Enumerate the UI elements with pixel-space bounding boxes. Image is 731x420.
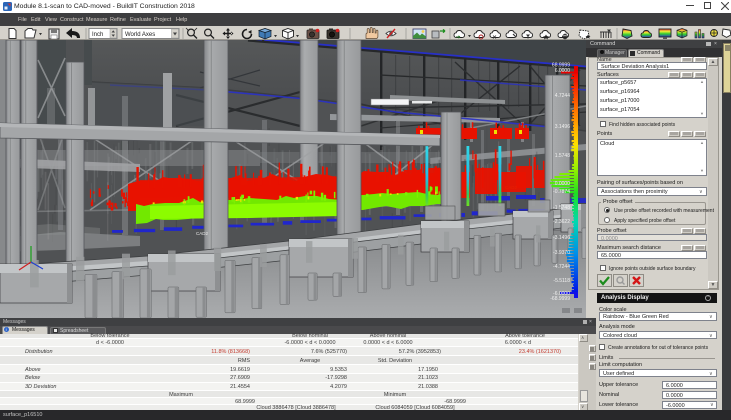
- svg-text:Inch: Inch: [92, 32, 103, 38]
- svg-text:-1.5748: -1.5748: [553, 205, 570, 211]
- svg-text:CAD2: CAD2: [196, 231, 209, 236]
- svg-text:-3.9370: -3.9370: [553, 250, 570, 256]
- svg-text:-3.1496: -3.1496: [553, 235, 570, 241]
- svg-text:CAD2: CAD2: [505, 185, 518, 190]
- svg-text:4.7244: 4.7244: [555, 93, 571, 99]
- svg-text:World Axes: World Axes: [125, 32, 155, 38]
- svg-text:-2.3622: -2.3622: [553, 219, 570, 225]
- svg-text:0.0000: 0.0000: [555, 181, 571, 187]
- svg-text:1.5748: 1.5748: [555, 153, 571, 159]
- svg-text:-4.7244: -4.7244: [553, 264, 570, 270]
- svg-text:-5.5118: -5.5118: [553, 278, 570, 284]
- svg-text:3.1496: 3.1496: [555, 124, 571, 130]
- svg-text:6.0000: 6.0000: [555, 68, 571, 74]
- svg-text:-68.9999: -68.9999: [550, 296, 570, 302]
- svg-text:-0.7874: -0.7874: [553, 189, 570, 195]
